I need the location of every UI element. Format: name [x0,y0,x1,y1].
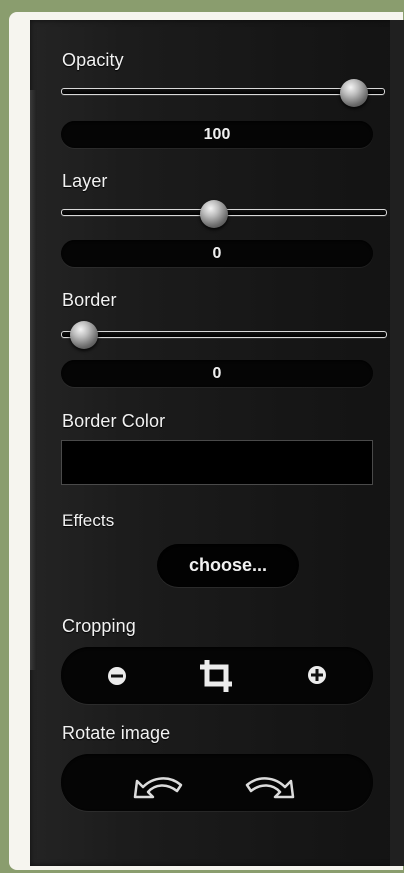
opacity-label: Opacity [62,50,124,70]
layer-slider-knob[interactable] [200,200,228,228]
crop-icon[interactable] [198,657,238,695]
opacity-slider-knob[interactable] [340,79,368,107]
effects-choose-button[interactable]: choose... [157,544,299,587]
cropping-label: Cropping [62,616,136,636]
effects-label: Effects [62,511,115,530]
border-slider-knob[interactable] [70,321,98,349]
layer-label: Layer [62,171,108,191]
opacity-value-field[interactable]: 100 [61,121,373,148]
rotate-right-icon[interactable] [241,767,301,803]
border-label: Border [62,290,117,310]
zoom-in-icon[interactable] [306,664,328,686]
panel-scrollbar[interactable] [390,20,404,866]
rotate-toolbar [61,754,373,811]
rotate-left-icon[interactable] [127,767,187,803]
layer-value-field[interactable]: 0 [61,240,373,267]
border-slider-track[interactable] [61,331,387,338]
rotate-image-label: Rotate image [62,723,171,743]
panel-edge [30,90,36,670]
border-value-field[interactable]: 0 [61,360,373,387]
opacity-slider-track[interactable] [61,88,385,95]
border-color-swatch[interactable] [61,440,373,485]
zoom-out-icon[interactable] [106,665,128,687]
border-color-label: Border Color [62,411,166,431]
